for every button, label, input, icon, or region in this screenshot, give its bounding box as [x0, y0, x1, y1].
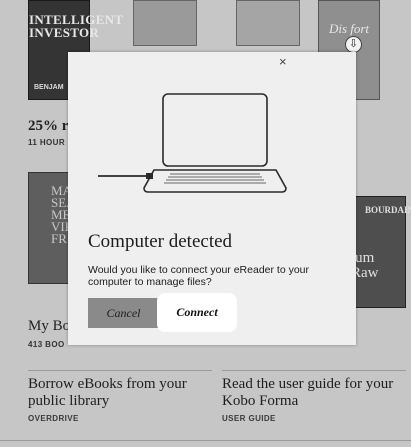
- close-icon[interactable]: ×: [279, 55, 289, 68]
- laptop-usb-illustration: [98, 93, 287, 193]
- connect-button[interactable]: Connect: [157, 293, 237, 332]
- dialog-message: Would you like to connect your eReader t…: [88, 264, 310, 288]
- cancel-button[interactable]: Cancel: [88, 298, 159, 328]
- dialog-title: Computer detected: [88, 231, 233, 252]
